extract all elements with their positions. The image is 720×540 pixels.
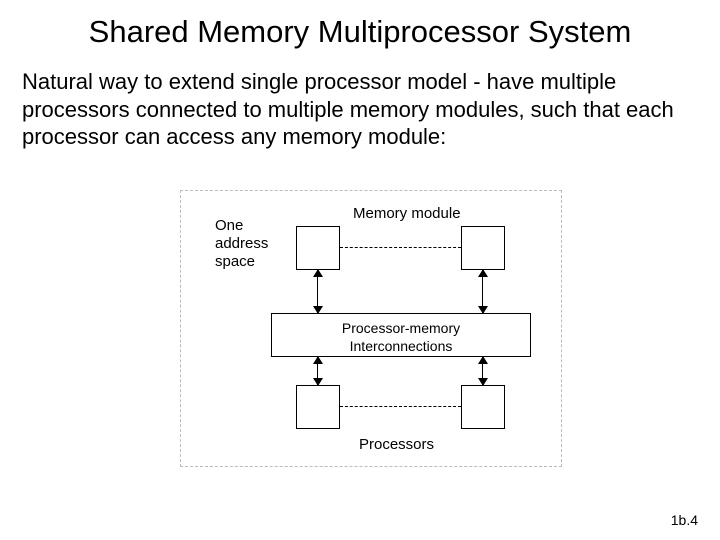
memory-module-label: Memory module: [353, 205, 461, 222]
slide-title: Shared Memory Multiprocessor System: [0, 14, 720, 50]
memory-ellipsis-line: [340, 247, 461, 248]
memory-module-box: [461, 226, 505, 270]
diagram-frame: Memory module One address space Processo…: [180, 190, 562, 467]
interconnect-label-line1: Processor-memory: [342, 320, 460, 336]
interconnect-box: Processor-memory Interconnections: [271, 313, 531, 357]
processor-box: [296, 385, 340, 429]
interconnect-label-line2: Interconnections: [350, 338, 453, 354]
arrow-memory-to-interconnect: [482, 270, 483, 313]
one-address-space-label: One address space: [215, 217, 285, 271]
processor-ellipsis-line: [340, 406, 461, 407]
memory-module-box: [296, 226, 340, 270]
arrow-interconnect-to-processor: [482, 357, 483, 385]
processors-label: Processors: [359, 436, 434, 453]
arrow-interconnect-to-processor: [317, 357, 318, 385]
page-number: 1b.4: [671, 512, 698, 528]
arrow-memory-to-interconnect: [317, 270, 318, 313]
slide-body-text: Natural way to extend single processor m…: [22, 68, 682, 151]
processor-box: [461, 385, 505, 429]
